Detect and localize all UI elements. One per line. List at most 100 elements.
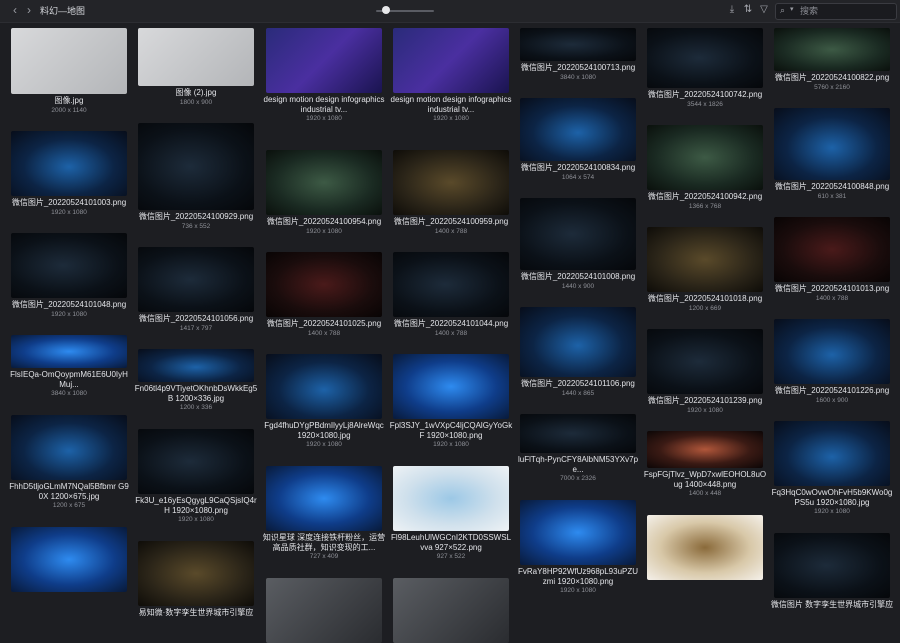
thumbnail-image[interactable] (520, 414, 636, 453)
thumbnail-image[interactable] (11, 415, 127, 480)
thumbnail-image[interactable] (774, 28, 890, 71)
thumbnail-image[interactable] (647, 28, 763, 88)
thumbnail-tile[interactable]: 微信图片_20220524100848.png 610 x 381 (770, 108, 894, 201)
thumbnail-image[interactable] (774, 319, 890, 384)
thumbnail-image[interactable] (138, 247, 254, 312)
thumbnail-image[interactable] (647, 431, 763, 468)
thumbnail-image[interactable] (393, 466, 509, 531)
chevron-left-icon[interactable]: ‹ (8, 3, 22, 17)
image-dimensions: 1920 x 1080 (51, 310, 87, 318)
thumbnail-tile[interactable] (262, 578, 386, 643)
sort-icon[interactable]: ⇅ (742, 4, 754, 16)
thumbnail-image[interactable] (138, 541, 254, 606)
thumbnail-tile[interactable]: Fn06tl4p9VTiyetOKhnbDsWkkEg5B 1200×336.j… (134, 349, 258, 412)
thumbnail-image[interactable] (393, 28, 509, 93)
thumbnail-image[interactable] (774, 421, 890, 486)
thumbnail-image[interactable] (520, 28, 636, 61)
thumbnail-image[interactable] (647, 329, 763, 394)
thumbnail-tile[interactable]: FlsIEQa-OmQoypmM61E6U0IyHMuj... 3840 x 10… (7, 335, 131, 398)
thumbnail-image[interactable] (266, 578, 382, 643)
thumbnail-image[interactable] (774, 533, 890, 598)
thumbnail-tile[interactable]: design motion design infographics indust… (262, 28, 386, 123)
thumbnail-tile[interactable]: FspFGjTlvz_WpD7xwlEOHOL8uOug 1400×448.pn… (643, 431, 767, 498)
image-dimensions: 1400 x 788 (307, 329, 341, 337)
thumbnail-image[interactable] (520, 500, 636, 565)
thumbnail-tile[interactable]: 微信图片_20220524100713.png 3840 x 1080 (516, 28, 640, 82)
thumbnail-image[interactable] (266, 466, 382, 531)
thumbnail-tile[interactable]: Fq3HqC0wOvwOhFvH5b9KWo0gPS5u 1920×1080.j… (770, 421, 894, 516)
thumbnail-image[interactable] (11, 335, 127, 368)
thumbnail-image[interactable] (647, 515, 763, 580)
thumbnail-tile[interactable]: 易知微·数字孪生世界城市引擎应 (134, 541, 258, 618)
thumbnail-image[interactable] (393, 252, 509, 317)
chevron-right-icon[interactable]: › (22, 3, 36, 17)
thumbnail-tile[interactable]: 微信图片_20220524101226.png 1600 x 900 (770, 319, 894, 405)
image-dimensions: 2000 x 1140 (51, 106, 87, 114)
thumbnail-tile[interactable]: 微信图片_20220524101056.png 1417 x 797 (134, 247, 258, 333)
thumbnail-tile[interactable]: design motion design infographics indust… (389, 28, 513, 123)
thumbnail-image[interactable] (393, 578, 509, 643)
thumbnail-image[interactable] (138, 429, 254, 494)
thumbnail-tile[interactable]: 知识星球 深度连接铁杆粉丝，运营高品质社群，知识变现的工... 727 x 409 (262, 466, 386, 561)
filter-icon[interactable]: ▽ (758, 4, 770, 16)
thumbnail-image[interactable] (520, 98, 636, 161)
thumbnail-tile[interactable]: 微信图片_20220524100834.png 1064 x 574 (516, 98, 640, 182)
thumbnail-tile[interactable]: 图像 (2).jpg 1800 x 900 (134, 28, 258, 107)
thumbnail-image[interactable] (520, 198, 636, 270)
thumbnail-image[interactable] (11, 28, 127, 94)
thumbnail-image[interactable] (138, 28, 254, 86)
thumbnail-tile[interactable]: 微信图片_20220524100929.png 736 x 552 (134, 123, 258, 231)
thumbnail-image[interactable] (11, 233, 127, 298)
thumbnail-tile[interactable]: 微信图片 数字孪生世界城市引擎应 (770, 533, 894, 610)
chevron-down-icon[interactable]: ▾ (790, 5, 794, 13)
file-name: 易知微·数字孪生世界城市引擎应 (138, 608, 254, 617)
thumbnail-image[interactable] (138, 349, 254, 382)
thumbnail-image[interactable] (11, 131, 127, 196)
thumbnail-image[interactable] (266, 28, 382, 93)
thumbnail-tile[interactable]: 图像.jpg 2000 x 1140 (7, 28, 131, 115)
slider-knob[interactable] (382, 6, 390, 14)
thumbnail-image[interactable] (393, 150, 509, 215)
thumbnail-image[interactable] (774, 217, 890, 282)
thumbnail-image[interactable] (266, 150, 382, 215)
thumbnail-tile[interactable]: Fpl3SJY_1wVXpC4ljCQAlGyYoGkF 1920×1080.p… (389, 354, 513, 449)
file-name: 微信图片_20220524100834.png (520, 163, 636, 172)
thumbnail-tile[interactable]: 微信图片_20220524101044.png 1400 x 788 (389, 252, 513, 338)
thumbnail-tile[interactable]: 微信图片_20220524101025.png 1400 x 788 (262, 252, 386, 338)
thumbnail-tile[interactable]: FvRaY8HP92WfUz968pL93uPZUzmi 1920×1080.p… (516, 500, 640, 595)
thumbnail-image[interactable] (647, 125, 763, 190)
thumbnail-tile[interactable] (389, 578, 513, 643)
thumbnail-tile[interactable]: 微信图片_20220524101003.png 1920 x 1080 (7, 131, 131, 217)
thumbnail-tile[interactable]: 微信图片_20220524100822.png 5760 x 2160 (770, 28, 894, 92)
thumbnail-tile[interactable]: 微信图片_20220524100742.png 3544 x 1826 (643, 28, 767, 109)
thumbnail-image[interactable] (266, 252, 382, 317)
thumbnail-image[interactable] (647, 227, 763, 292)
search-box[interactable]: ⌕ ▾ (775, 3, 897, 20)
thumbnail-image[interactable] (11, 527, 127, 592)
image-dimensions: 1200 x 675 (52, 502, 86, 509)
thumbnail-tile[interactable]: 微信图片_20220524101018.png 1200 x 669 (643, 227, 767, 313)
thumbnail-tile[interactable]: 微信图片_20220524101008.png 1440 x 900 (516, 198, 640, 291)
thumbnail-tile[interactable]: luFlTqh-PynCFY8AlbNM53YXv7pe... 7000 x 23… (516, 414, 640, 483)
thumbnail-tile[interactable]: 微信图片_20220524101106.png 1440 x 865 (516, 307, 640, 398)
pin-icon[interactable]: ⤓ (726, 4, 738, 16)
thumbnail-tile[interactable]: 微信图片_20220524101013.png 1400 x 788 (770, 217, 894, 303)
thumbnail-tile[interactable] (643, 515, 767, 580)
thumbnail-image[interactable] (774, 108, 890, 180)
image-dimensions: 1920 x 1080 (433, 115, 469, 122)
thumbnail-tile[interactable] (7, 527, 131, 592)
thumbnail-tile[interactable]: 微信图片_20220524100942.png 1366 x 768 (643, 125, 767, 211)
thumbnail-tile[interactable]: FhhD5tljoGLmM7NQal5Bfbmr G90X 1200×675.j… (7, 415, 131, 510)
thumbnail-image[interactable] (393, 354, 509, 419)
thumbnail-tile[interactable]: 微信图片_20220524101048.png 1920 x 1080 (7, 233, 131, 319)
search-input[interactable] (800, 5, 892, 17)
thumbnail-image[interactable] (138, 123, 254, 210)
thumbnail-tile[interactable]: Fk3U_e16yEsQgygL9CaQSjsIQ4rH 1920×1080.p… (134, 429, 258, 524)
thumbnail-tile[interactable]: 微信图片_20220524100959.png 1400 x 788 (389, 150, 513, 236)
thumbnail-tile[interactable]: 微信图片_20220524100954.png 1920 x 1080 (262, 150, 386, 236)
thumbnail-tile[interactable]: Fl98LeuhUlWGCnI2KTD0SSWSLvva 927×522.png… (389, 466, 513, 561)
thumbnail-tile[interactable]: Fgd4fhuDYgPBdmIlyyLj8AlreWqc 1920×1080.j… (262, 354, 386, 449)
thumbnail-image[interactable] (266, 354, 382, 419)
thumbnail-image[interactable] (520, 307, 636, 377)
thumbnail-tile[interactable]: 微信图片_20220524101239.png 1920 x 1080 (643, 329, 767, 415)
